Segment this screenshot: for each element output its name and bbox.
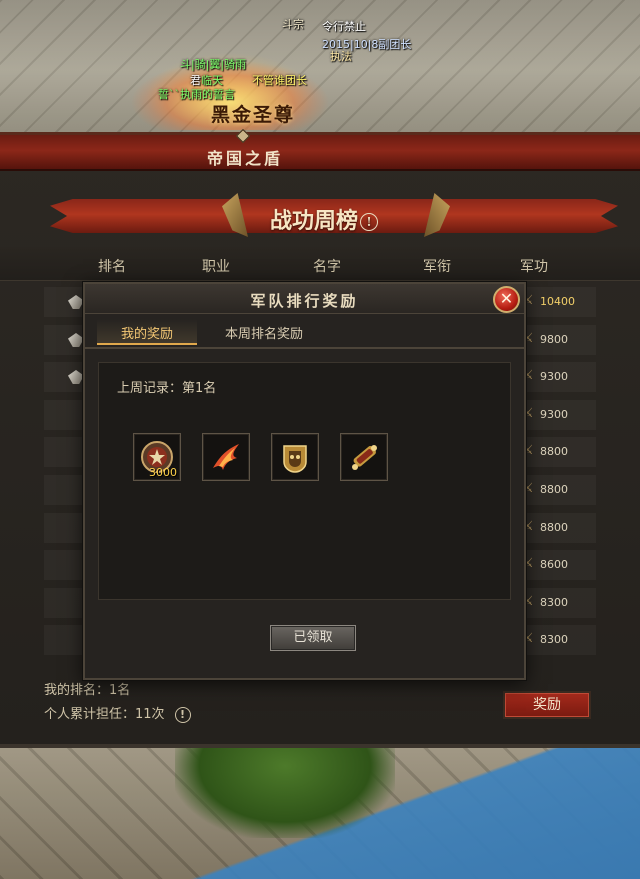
reward-item-slot[interactable]: 3000 <box>133 433 181 481</box>
merit-value: 8800 <box>540 483 568 496</box>
rewards-content: 上周记录：第1名 3000 <box>98 362 511 600</box>
tab-weekly-rank-rewards[interactable]: 本周排名奖励 <box>225 323 303 342</box>
tab-my-rewards[interactable]: 我的奖励 <box>97 319 197 345</box>
panel-header: 帝国之盾 <box>0 128 640 171</box>
column-merit: 军功 <box>520 259 548 275</box>
close-icon: ✕ <box>499 289 514 308</box>
info-icon[interactable]: ! <box>174 706 191 723</box>
guild-tag: 斗宗 <box>282 18 304 31</box>
reward-item-slot[interactable] <box>340 433 388 481</box>
char-name-green: 斗|骑|翼|骑雨 <box>180 58 247 71</box>
column-name: 名字 <box>313 259 341 275</box>
leaderboard-title: 战功周榜! <box>270 203 410 234</box>
merit-value: 8300 <box>540 596 568 609</box>
flame-wing-icon <box>213 444 239 470</box>
info-icon[interactable]: ! <box>360 213 379 231</box>
modal-title: 军队排行奖励 <box>250 292 359 310</box>
column-headers: 排名 职业 名字 军衔 军功 <box>0 247 640 281</box>
reward-button[interactable]: 奖励 <box>503 691 591 719</box>
golden-mask-icon <box>283 445 307 473</box>
rewards-modal: 军队排行奖励 ✕ 我的奖励 本周排名奖励 上周记录：第1名 3000 已领取 <box>83 282 526 680</box>
my-rank: 我的排名：1名 <box>44 683 131 698</box>
last-week-record: 上周记录：第1名 <box>117 381 217 396</box>
title-badge: 黑金圣尊 <box>210 104 295 126</box>
modal-tabs: 我的奖励 本周排名奖励 <box>85 315 524 349</box>
merit-value: 9300 <box>540 408 568 421</box>
claimed-button: 已领取 <box>270 625 356 651</box>
char-sub-tag: 执法 <box>330 50 352 63</box>
modal-titlebar: 军队排行奖励 ✕ <box>85 284 524 314</box>
item-quantity: 3000 <box>149 466 177 479</box>
merit-value: 10400 <box>540 295 575 308</box>
column-class: 职业 <box>202 259 230 275</box>
char-name-yellow: 不管谁团长 <box>252 74 307 87</box>
foliage <box>175 748 395 838</box>
column-military-rank: 军衔 <box>423 259 451 275</box>
total-terms: 个人累计担任：11次! <box>44 703 191 723</box>
gem-ornament-icon <box>235 128 251 144</box>
merit-value: 8800 <box>540 521 568 534</box>
merit-value: 9800 <box>540 333 568 346</box>
reward-item-slot[interactable] <box>202 433 250 481</box>
merit-value: 8800 <box>540 445 568 458</box>
merit-value: 8300 <box>540 633 568 646</box>
merit-value: 9300 <box>540 370 568 383</box>
char-status: 令行禁止 <box>322 20 366 33</box>
reward-item-slot[interactable] <box>271 433 319 481</box>
close-button[interactable]: ✕ <box>493 286 520 313</box>
column-rank: 排名 <box>98 259 126 275</box>
panel-title: 帝国之盾 <box>206 149 283 168</box>
golden-scroll-icon <box>352 445 377 470</box>
merit-value: 8600 <box>540 558 568 571</box>
